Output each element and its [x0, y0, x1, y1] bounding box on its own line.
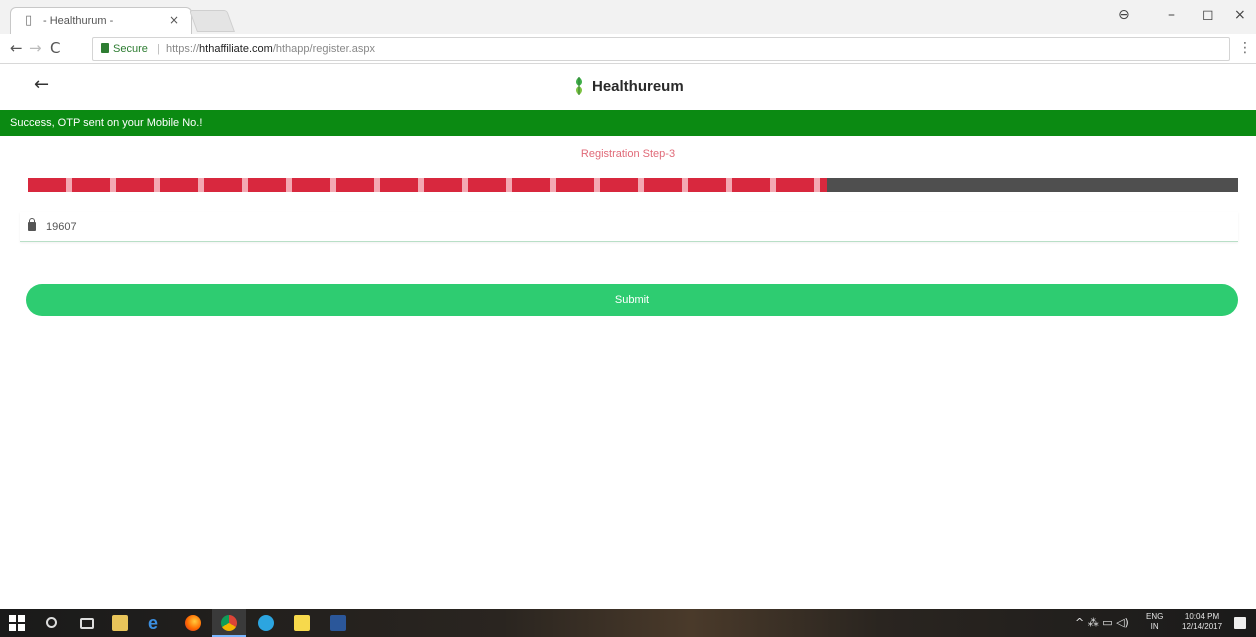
success-alert: Success, OTP sent on your Mobile No.!	[0, 110, 1256, 136]
new-tab-button[interactable]	[188, 10, 236, 32]
brand-logo: Healthureum	[572, 74, 684, 98]
search-icon[interactable]	[46, 617, 57, 628]
browser-forward-button[interactable]: →	[29, 39, 42, 57]
clock-time: 10:04 PM	[1184, 612, 1220, 621]
leaf-logo-icon	[576, 77, 582, 95]
profile-icon[interactable]: ⊖	[1118, 6, 1130, 24]
secure-label: Secure	[113, 43, 148, 55]
brand-name: Healthureum	[592, 77, 684, 95]
tab-title: - Healthurum -	[43, 15, 114, 27]
clock-date: 12/14/2017	[1182, 622, 1223, 631]
sticky-notes-icon[interactable]	[294, 615, 310, 631]
submit-button[interactable]: Submit	[26, 284, 1238, 316]
success-message: Success, OTP sent on your Mobile No.!	[10, 117, 203, 129]
address-bar[interactable]: Secure | https://hthaffiliate.com/hthapp…	[92, 37, 1230, 61]
browser-menu-icon[interactable]: ⋮	[1238, 39, 1252, 57]
page-icon: ▯	[25, 13, 33, 28]
window-close-button[interactable]: ×	[1234, 6, 1246, 24]
url-scheme: https://	[166, 43, 200, 55]
minimize-button[interactable]: –	[1168, 6, 1175, 24]
url-text: https://hthaffiliate.com/hthapp/register…	[166, 42, 375, 57]
firefox-icon[interactable]	[185, 615, 201, 631]
reload-button[interactable]: C	[50, 39, 60, 57]
clock[interactable]: 10:04 PM 12/14/2017	[1182, 612, 1222, 632]
notification-icon[interactable]	[1234, 617, 1246, 629]
windows-start-icon[interactable]	[9, 615, 25, 631]
url-domain: hthaffiliate.com	[199, 43, 273, 55]
app-back-arrow-icon[interactable]: ←	[34, 74, 49, 96]
progress-fill	[28, 178, 827, 192]
region-code: IN	[1150, 622, 1159, 631]
browser-tab-strip: ▯ - Healthurum - × ⊖ – ◻ ×	[0, 0, 1256, 34]
edge-browser-icon[interactable]: e	[148, 614, 164, 632]
task-view-icon[interactable]	[80, 618, 94, 629]
browser-toolbar: ← → C Secure | https://hthaffiliate.com/…	[0, 34, 1256, 64]
otp-field	[20, 212, 1238, 242]
registration-step-title: Registration Step-3	[580, 148, 676, 160]
otp-input[interactable]	[46, 218, 1226, 236]
app-header: ← Healthureum	[0, 64, 1256, 110]
chrome-icon[interactable]	[221, 615, 237, 631]
lock-icon	[101, 43, 109, 53]
browser-tab[interactable]: ▯ - Healthurum - ×	[10, 7, 192, 34]
url-separator: |	[157, 43, 160, 55]
language-code: ENG	[1146, 612, 1164, 621]
close-icon[interactable]: ×	[169, 12, 179, 28]
file-explorer-icon[interactable]	[112, 615, 128, 631]
windows-taskbar: e ^ ⁂ ▭ ◁) ENG IN 10:04 PM 12/14/2017	[0, 609, 1256, 637]
browser-back-button[interactable]: ←	[10, 39, 23, 57]
language-indicator[interactable]: ENG IN	[1146, 612, 1163, 632]
telegram-icon[interactable]	[258, 615, 274, 631]
registration-progress-bar	[28, 178, 1238, 192]
word-icon[interactable]	[330, 615, 346, 631]
url-path: /hthapp/register.aspx	[272, 43, 375, 55]
maximize-button[interactable]: ◻	[1202, 6, 1214, 24]
system-tray-icons[interactable]: ^ ⁂ ▭ ◁)	[1075, 616, 1129, 630]
lock-icon	[28, 218, 36, 231]
